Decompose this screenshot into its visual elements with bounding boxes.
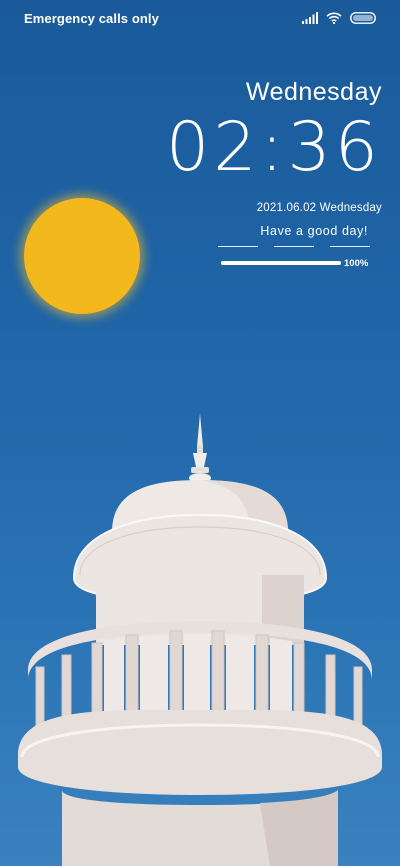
clock-widget: Wednesday 02:36 (162, 78, 382, 183)
weekday-label: Wednesday (245, 78, 382, 106)
signal-icon (302, 12, 318, 24)
battery-percent-label: 100% (344, 258, 369, 269)
divider-dash (274, 246, 314, 247)
battery-progress-fill (221, 261, 341, 265)
date-weekday-text: Wednesday (319, 202, 382, 214)
battery-icon (350, 12, 376, 24)
tower-illustration (18, 413, 382, 866)
carrier-status-text: Emergency calls only (24, 11, 159, 26)
wifi-icon (326, 12, 342, 24)
date-line: 2021.06.02 Wednesday (257, 202, 382, 214)
status-bar: Emergency calls only (0, 0, 400, 38)
sun-illustration (24, 198, 140, 314)
time-display: 02:36 (166, 108, 382, 187)
status-icons (302, 11, 376, 25)
divider-dash (330, 246, 370, 247)
divider-dashes (218, 246, 370, 248)
date-text: 2021.06.02 (256, 202, 317, 214)
greeting-text: Have a good day! (260, 224, 368, 238)
battery-progress-bar (221, 261, 341, 265)
divider-dash (218, 246, 258, 247)
